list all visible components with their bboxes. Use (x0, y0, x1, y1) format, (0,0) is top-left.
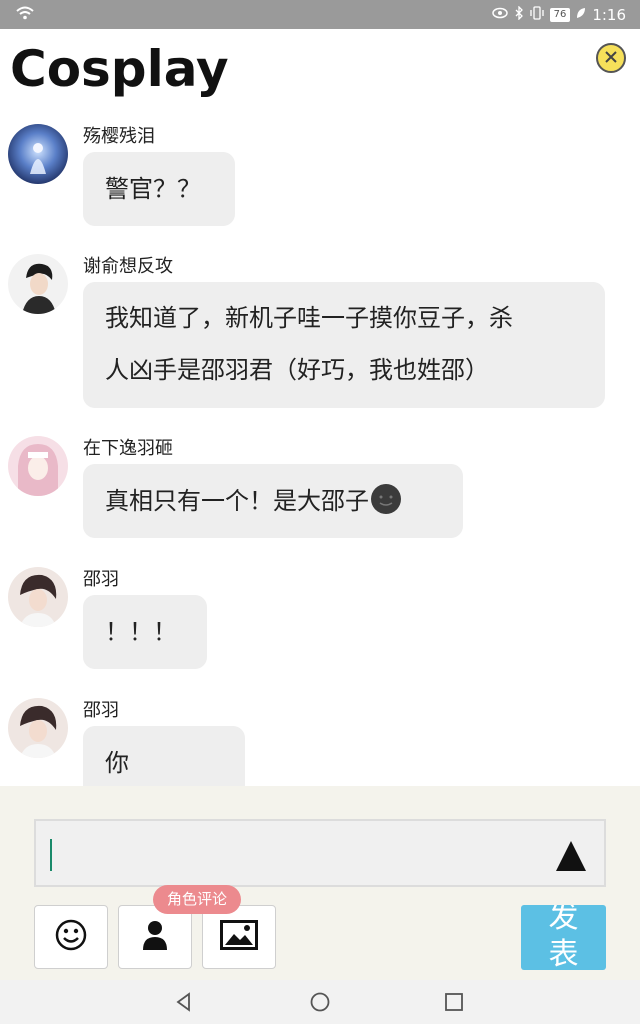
publish-button[interactable]: 发表 (521, 905, 606, 970)
close-icon (604, 49, 618, 68)
avatar[interactable] (8, 436, 68, 496)
role-comment-tag[interactable]: 角色评论 (153, 885, 242, 914)
sender-name: 在下逸羽砸 (83, 438, 173, 459)
smiley-icon (55, 919, 87, 955)
role-button[interactable] (118, 905, 192, 969)
emoji-button[interactable] (34, 905, 108, 969)
page-title: Cosplay (10, 40, 229, 98)
message-text: ！！！ (105, 618, 177, 646)
back-icon[interactable] (174, 992, 194, 1012)
message-text: 警官？？ (105, 175, 201, 203)
sender-name: 邵羽 (83, 700, 119, 721)
avatar[interactable] (8, 254, 68, 314)
message-list[interactable]: 殇樱残泪 警官？？ 谢俞想反攻 我知道了，新机子哇一子摸你豆子，杀 人凶手是邵羽… (0, 118, 640, 786)
message-bubble[interactable]: 真相只有一个！是大邵子 (83, 464, 463, 538)
battery-indicator: 76 (549, 8, 571, 22)
message-text: 我知道了，新机子哇一子摸你豆子，杀 (105, 304, 513, 332)
home-icon[interactable] (310, 992, 330, 1012)
publish-label: 发表 (548, 905, 579, 970)
person-icon (142, 920, 168, 954)
message-bubble[interactable]: 你们……？ (83, 726, 245, 786)
recents-icon[interactable] (444, 992, 464, 1012)
avatar[interactable] (8, 698, 68, 758)
text-caret (50, 839, 52, 871)
leaf-icon (576, 7, 586, 23)
status-bar: 76 1:16 (0, 0, 640, 29)
avatar[interactable] (8, 124, 68, 184)
image-button[interactable] (202, 905, 276, 969)
sender-name: 殇樱残泪 (83, 126, 155, 147)
wifi-icon (16, 6, 34, 24)
message-text: 真相只有一个！是大邵子 (105, 487, 369, 515)
eye-icon (491, 7, 508, 23)
dark-smile-emoji-icon (371, 484, 401, 514)
message-bubble[interactable]: 警官？？ (83, 152, 235, 226)
message-text: 人凶手是邵羽君（好巧，我也姓邵） (105, 356, 489, 384)
message-bubble[interactable]: 我知道了，新机子哇一子摸你豆子，杀 人凶手是邵羽君（好巧，我也姓邵） (83, 282, 605, 408)
clock: 1:16 (592, 6, 626, 24)
sender-name: 谢俞想反攻 (83, 256, 173, 277)
close-button[interactable] (596, 43, 626, 73)
avatar[interactable] (8, 567, 68, 627)
bluetooth-icon (514, 5, 524, 24)
vibrate-icon (529, 6, 544, 24)
sender-name: 邵羽 (83, 569, 119, 590)
message-text: 你们……？ (105, 749, 129, 777)
navigation-bar (0, 980, 640, 1024)
message-bubble[interactable]: ！！！ (83, 595, 207, 669)
composer: 角色评论 发表 (0, 786, 640, 980)
image-icon (220, 920, 258, 954)
triangle-up-icon[interactable] (556, 841, 586, 871)
message-input[interactable] (34, 819, 606, 887)
